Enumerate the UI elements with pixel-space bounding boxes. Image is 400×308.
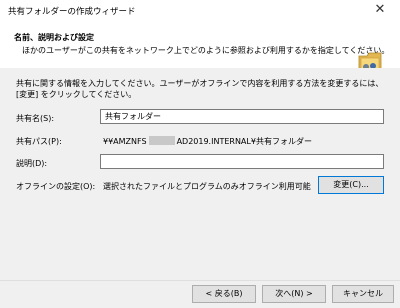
offline-setting-label: オフラインの設定(O): <box>16 182 96 191</box>
share-name-label: 共有名(S): <box>16 114 55 123</box>
cancel-button[interactable]: キャンセル <box>332 285 394 303</box>
share-path-suffix: AD2019.INTERNAL¥共有フォルダー <box>176 137 312 146</box>
offline-setting-value: 選択されたファイルとプログラムのみオフライン利用可能 <box>103 182 311 191</box>
share-name-input[interactable]: 共有フォルダー <box>100 109 384 124</box>
wizard-footer: < 戻る(B) 次へ(N) > キャンセル <box>0 281 400 308</box>
intro-text: 共有に関する情報を入力してください。ユーザーがオフラインで内容を利用する方法を変… <box>16 79 384 99</box>
redaction-block <box>148 136 175 145</box>
back-button[interactable]: < 戻る(B) <box>192 285 256 303</box>
wizard-header: 名前、説明および設定 ほかのユーザーがこの共有をネットワーク上でどのように参照お… <box>0 20 400 74</box>
description-label: 説明(D): <box>16 159 48 168</box>
title-bar: 共有フォルダーの作成ウィザード ✕ <box>0 0 400 21</box>
next-button[interactable]: 次へ(N) > <box>262 285 326 303</box>
share-path-value: ¥¥AMZNFS AD2019.INTERNAL¥共有フォルダー <box>103 136 312 147</box>
page-title: 名前、説明および設定 <box>14 33 94 42</box>
close-icon[interactable]: ✕ <box>360 0 400 20</box>
description-input[interactable] <box>100 154 384 169</box>
wizard-content: 共有に関する情報を入力してください。ユーザーがオフラインで内容を利用する方法を変… <box>0 68 400 280</box>
change-button[interactable]: 変更(C)... <box>318 176 384 194</box>
window-title: 共有フォルダーの作成ウィザード <box>8 7 136 17</box>
share-path-prefix: ¥¥AMZNFS <box>103 137 147 146</box>
share-path-label: 共有パス(P): <box>16 137 62 146</box>
page-subtitle: ほかのユーザーがこの共有をネットワーク上でどのように参照および利用するかを指定し… <box>22 46 390 55</box>
